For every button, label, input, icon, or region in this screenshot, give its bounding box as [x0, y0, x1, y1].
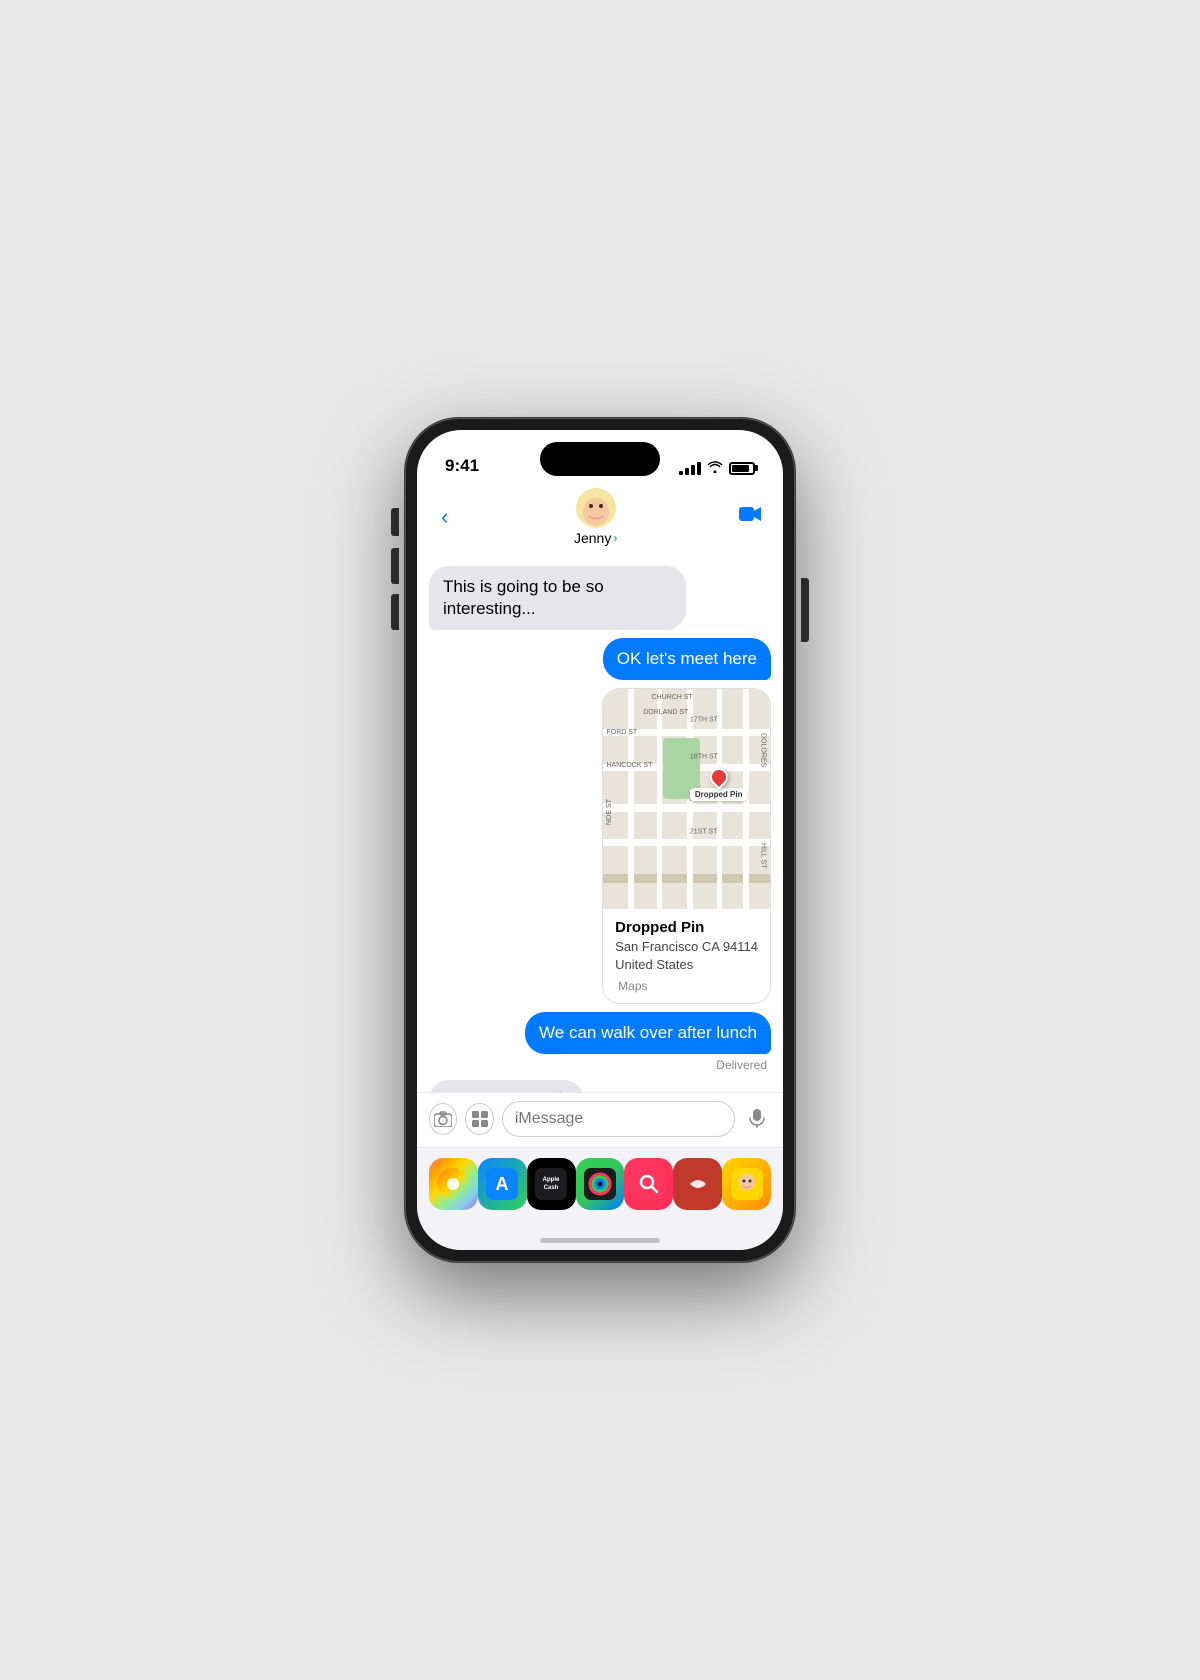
- svg-text:Apple: Apple: [543, 1177, 560, 1183]
- search-app[interactable]: [624, 1158, 673, 1210]
- nav-header: ‹ Jenny ›: [417, 484, 783, 558]
- message-text: We can walk over after lunch: [539, 1023, 757, 1042]
- signal-icon: [679, 462, 701, 475]
- messages-area: This is going to be so interesting... OK…: [417, 558, 783, 1092]
- apps-button[interactable]: [465, 1103, 493, 1135]
- wifi-icon: [707, 460, 723, 476]
- message-row: Sounds great 👍: [429, 1080, 771, 1092]
- app-drawer: A Apple Cash: [417, 1147, 783, 1230]
- camera-button[interactable]: [429, 1103, 457, 1135]
- map-source: Maps: [615, 979, 758, 993]
- pin-label: Dropped Pin: [690, 788, 748, 801]
- map-address: San Francisco CA 94114 United States: [615, 938, 758, 974]
- phone-frame: 9:41: [405, 418, 795, 1262]
- microphone-button[interactable]: [743, 1103, 771, 1135]
- map-info: Dropped Pin San Francisco CA 94114 Unite…: [603, 909, 770, 1002]
- input-area: [417, 1092, 783, 1147]
- photos-app[interactable]: [429, 1158, 478, 1210]
- message-text: OK let's meet here: [617, 649, 757, 668]
- contact-arrow: ›: [613, 531, 617, 545]
- message-bubble: This is going to be so interesting...: [429, 566, 686, 630]
- activity-app[interactable]: [576, 1158, 625, 1210]
- battery-icon: [729, 462, 755, 475]
- mute-button[interactable]: [391, 508, 399, 536]
- back-button[interactable]: ‹: [437, 500, 452, 534]
- message-text: This is going to be so interesting...: [443, 577, 604, 618]
- message-bubble: Sounds great 👍: [429, 1080, 584, 1092]
- memoji-app[interactable]: [722, 1158, 771, 1210]
- svg-text:A: A: [496, 1174, 509, 1194]
- contact-name: Jenny ›: [574, 530, 617, 546]
- message-row: OK let's meet here: [429, 638, 771, 680]
- volume-up-button[interactable]: [391, 548, 399, 584]
- map-image: 17TH ST 18TH ST 20TH ST 21ST ST NOE ST C…: [603, 689, 770, 909]
- message-bubble: We can walk over after lunch: [525, 1012, 771, 1054]
- status-icons: [679, 460, 755, 476]
- svg-text:Cash: Cash: [544, 1185, 559, 1191]
- message-row: This is going to be so interesting...: [429, 566, 771, 630]
- soundhound-app[interactable]: [673, 1158, 722, 1210]
- delivered-status: Delivered: [429, 1058, 771, 1072]
- contact-info[interactable]: Jenny ›: [574, 488, 617, 546]
- message-row: 17TH ST 18TH ST 20TH ST 21ST ST NOE ST C…: [429, 688, 771, 1003]
- message-bubble: OK let's meet here: [603, 638, 771, 680]
- map-title: Dropped Pin: [615, 919, 758, 936]
- phone-screen: 9:41: [417, 430, 783, 1250]
- status-time: 9:41: [445, 456, 479, 476]
- map-pin: Dropped Pin: [690, 768, 748, 801]
- map-bubble[interactable]: 17TH ST 18TH ST 20TH ST 21ST ST NOE ST C…: [602, 688, 771, 1003]
- avatar: [576, 488, 616, 528]
- video-call-button[interactable]: [739, 505, 763, 529]
- home-indicator: [417, 1230, 783, 1250]
- dynamic-island: [540, 442, 660, 476]
- apple-cash-app[interactable]: Apple Cash: [527, 1158, 576, 1210]
- message-input[interactable]: [502, 1101, 735, 1137]
- volume-down-button[interactable]: [391, 594, 399, 630]
- power-button[interactable]: [801, 578, 809, 642]
- app-store-app[interactable]: A: [478, 1158, 527, 1210]
- message-row: We can walk over after lunch: [429, 1012, 771, 1054]
